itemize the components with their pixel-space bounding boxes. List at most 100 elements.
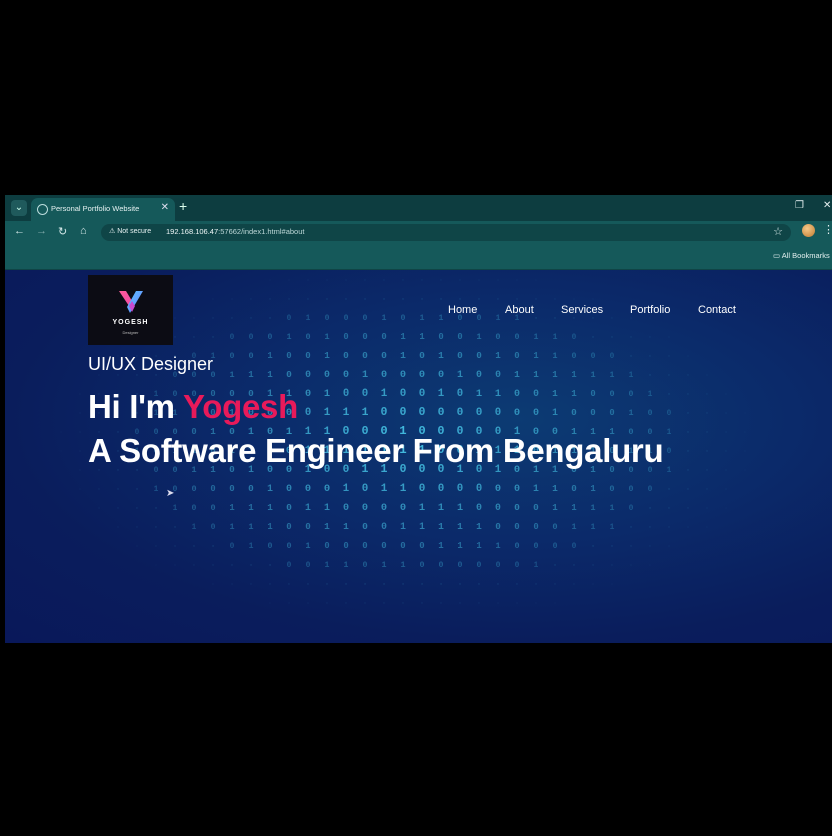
url-text[interactable]: 192.168.106.47:57662/index1.html#about: [166, 227, 304, 236]
binary-digit: ·: [78, 486, 82, 493]
binary-digit: ·: [249, 315, 254, 323]
binary-digit: 0: [476, 350, 482, 361]
security-indicator[interactable]: ⚠ Not secure: [109, 227, 151, 235]
binary-digit: ·: [135, 524, 139, 532]
hero-headline: A Software Engineer From Bengaluru: [88, 432, 664, 469]
binary-digit: ·: [743, 410, 747, 417]
binary-digit: ·: [477, 581, 482, 589]
binary-digit: 0: [381, 370, 387, 381]
home-icon[interactable]: ⌂: [80, 225, 87, 237]
binary-digit: ·: [173, 315, 177, 322]
binary-digit: 0: [343, 388, 349, 400]
binary-digit: 1: [610, 504, 615, 513]
binary-digit: 0: [381, 332, 386, 342]
binary-digit: ·: [135, 505, 139, 513]
binary-digit: 0: [286, 522, 291, 532]
binary-digit: 0: [495, 521, 501, 532]
binary-digit: ·: [648, 505, 653, 513]
nav-home[interactable]: Home: [448, 304, 477, 316]
binary-digit: ·: [705, 467, 709, 475]
binary-digit: 0: [400, 502, 406, 514]
binary-digit: 0: [230, 542, 235, 551]
back-icon[interactable]: ←: [14, 225, 25, 237]
tab-menu-icon[interactable]: ⌄: [11, 200, 27, 216]
reload-icon[interactable]: ↻: [58, 225, 67, 238]
binary-digit: 1: [381, 388, 388, 400]
forward-icon[interactable]: →: [36, 225, 47, 237]
binary-digit: 0: [457, 483, 463, 495]
binary-digit: ·: [344, 277, 348, 285]
binary-digit: ·: [268, 581, 272, 589]
restore-icon[interactable]: ❐: [795, 200, 804, 211]
globe-icon: [37, 204, 48, 215]
binary-digit: 0: [305, 483, 311, 495]
binary-digit: 1: [476, 541, 481, 551]
binary-digit: ·: [439, 296, 444, 304]
binary-digit: 0: [477, 561, 482, 570]
binary-digit: ·: [59, 448, 63, 455]
binary-digit: 1: [571, 522, 576, 532]
binary-digit: 0: [363, 561, 368, 570]
binary-digit: ·: [629, 334, 633, 342]
binary-digit: 1: [267, 369, 273, 380]
binary-digit: 0: [514, 351, 519, 361]
avatar[interactable]: [802, 224, 815, 237]
tab-active[interactable]: Personal Portfolio Website ✕: [31, 198, 175, 221]
binary-digit: 1: [648, 390, 653, 399]
binary-digit: ·: [743, 429, 747, 436]
binary-digit: 1: [382, 314, 387, 323]
nav-contact[interactable]: Contact: [698, 304, 736, 316]
binary-digit: ·: [534, 296, 538, 304]
star-icon[interactable]: ☆: [773, 225, 783, 238]
binary-digit: ·: [724, 486, 728, 493]
binary-digit: 1: [229, 503, 234, 513]
binary-digit: ·: [192, 334, 196, 342]
site-logo[interactable]: YOGESH Designer: [88, 275, 173, 345]
binary-digit: 0: [610, 353, 615, 361]
binary-digit: 0: [458, 561, 463, 570]
binary-digit: 0: [248, 483, 254, 494]
binary-digit: 0: [667, 410, 672, 418]
binary-digit: ·: [363, 296, 368, 304]
binary-digit: ·: [268, 315, 273, 323]
all-bookmarks-button[interactable]: ▭ All Bookmarks: [773, 251, 830, 260]
binary-digit: ·: [629, 524, 634, 532]
nav-portfolio[interactable]: Portfolio: [630, 304, 670, 316]
plus-icon[interactable]: +: [179, 198, 187, 214]
binary-digit: ·: [192, 315, 196, 323]
binary-digit: 1: [381, 483, 388, 495]
nav-services[interactable]: Services: [561, 304, 603, 316]
binary-digit: ·: [363, 277, 367, 285]
binary-digit: 0: [305, 332, 310, 342]
binary-digit: ·: [705, 372, 709, 380]
binary-digit: 0: [362, 541, 367, 551]
binary-digit: ·: [667, 391, 672, 399]
greeting-prefix: Hi I'm: [88, 388, 183, 425]
binary-digit: 0: [324, 483, 330, 495]
binary-digit: 1: [344, 561, 349, 570]
binary-digit: 1: [439, 314, 444, 323]
kebab-icon[interactable]: ⋮: [823, 223, 832, 236]
window-close-icon[interactable]: ✕: [823, 200, 831, 211]
binary-digit: ·: [344, 600, 348, 608]
binary-digit: 1: [324, 350, 330, 361]
binary-digit: 1: [628, 408, 633, 418]
address-bar[interactable]: ⚠ Not secure 192.168.106.47:57662/index1…: [101, 224, 791, 241]
binary-digit: 0: [344, 314, 349, 323]
binary-digit: 0: [533, 522, 538, 532]
binary-digit: 0: [514, 521, 519, 532]
binary-digit: 1: [571, 370, 576, 380]
binary-digit: ·: [78, 467, 82, 475]
binary-digit: 1: [267, 502, 273, 513]
binary-digit: 1: [534, 562, 539, 570]
binary-digit: ·: [724, 410, 728, 418]
binary-digit: 1: [534, 333, 539, 342]
binary-digit: 0: [572, 352, 577, 361]
binary-digit: ·: [173, 562, 177, 570]
close-icon[interactable]: ✕: [161, 202, 169, 213]
binary-digit: ·: [211, 296, 215, 303]
binary-digit: 0: [381, 541, 386, 551]
nav-about[interactable]: About: [505, 304, 534, 316]
binary-digit: ·: [135, 543, 139, 550]
binary-digit: ·: [287, 600, 291, 608]
